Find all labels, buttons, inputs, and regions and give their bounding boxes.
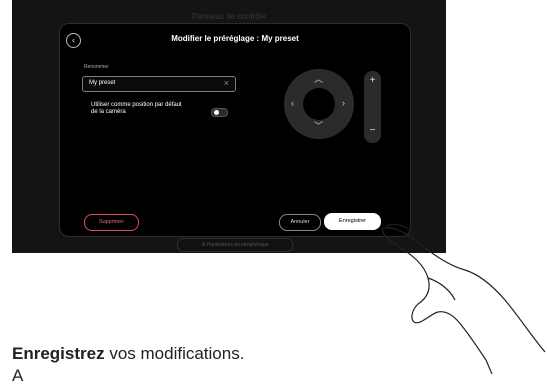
hand-pointer-icon: [382, 223, 546, 374]
instruction-caption: Enregistrez vos modifications.: [12, 344, 244, 364]
instruction-caption-line2: A: [12, 366, 24, 385]
caption-rest: vos modifications.: [104, 344, 245, 363]
caption-bold: Enregistrez: [12, 344, 105, 363]
